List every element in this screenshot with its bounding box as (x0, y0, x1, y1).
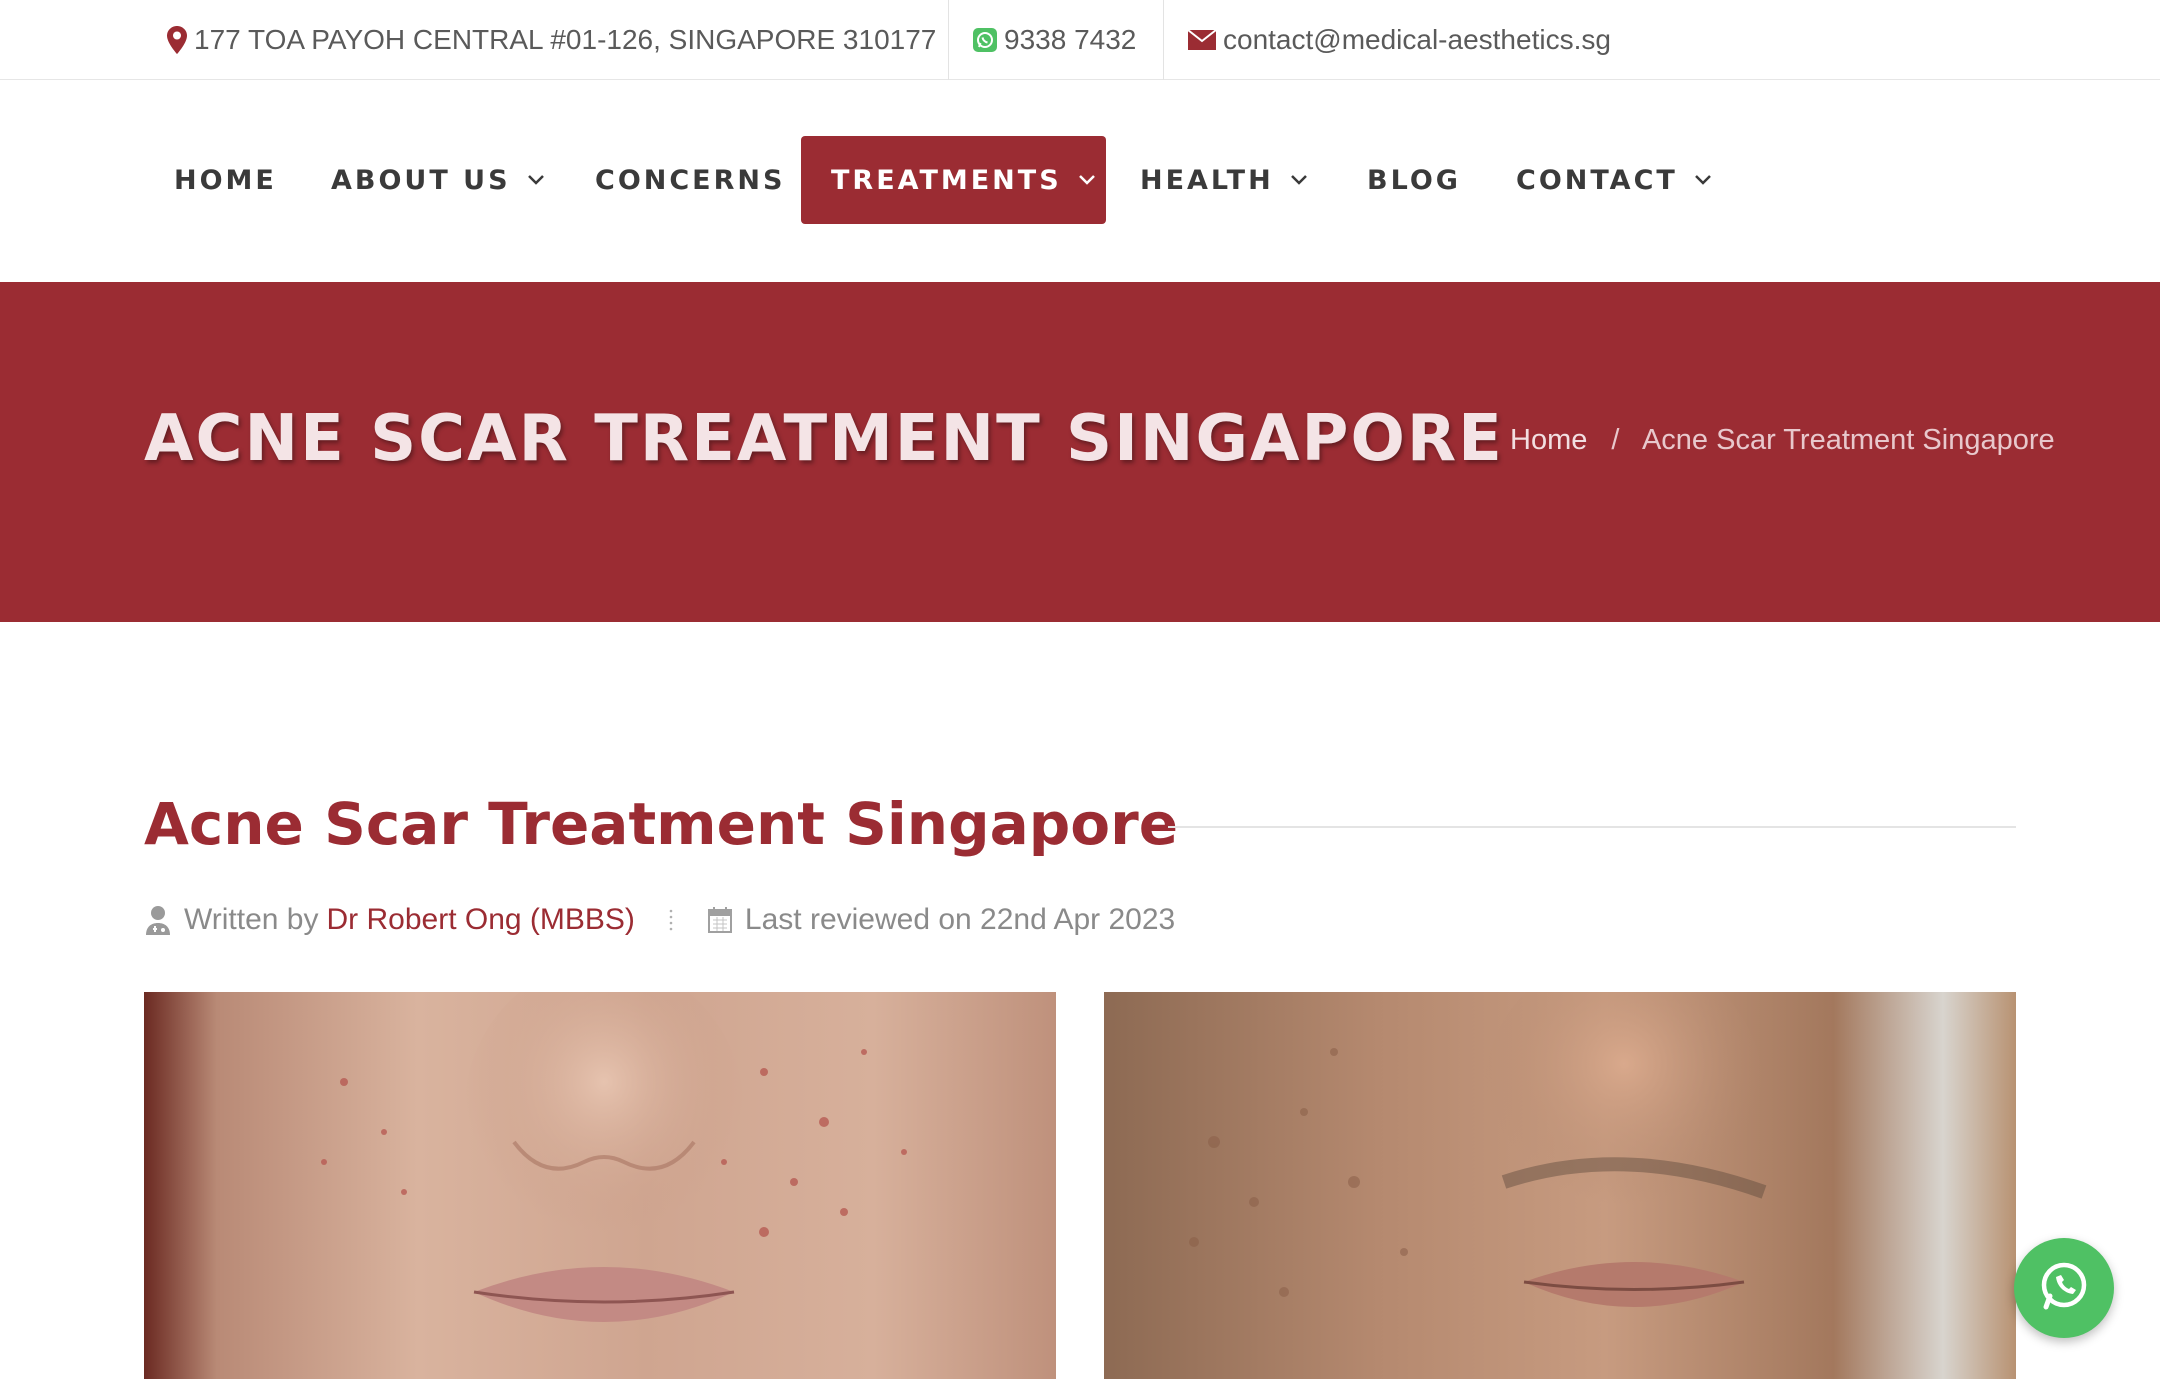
calendar-icon (707, 906, 733, 934)
email-item[interactable]: contact@medical-aesthetics.sg (1187, 0, 1611, 80)
nav-item-blog[interactable]: BLOG (1367, 136, 1461, 224)
top-info-bar: 177 TOA PAYOH CENTRAL #01-126, SINGAPORE… (0, 0, 2160, 80)
nav-item-treatments[interactable]: TREATMENTS (801, 136, 1106, 224)
doctor-icon (144, 904, 172, 936)
address-item[interactable]: 177 TOA PAYOH CENTRAL #01-126, SINGAPORE… (166, 0, 936, 80)
whatsapp-icon (972, 27, 998, 53)
meta-divider (669, 908, 673, 932)
acne-skin-photo-female (144, 992, 1056, 1379)
nav-item-home[interactable]: HOME (174, 136, 277, 224)
address-text: 177 TOA PAYOH CENTRAL #01-126, SINGAPORE… (194, 24, 937, 55)
phone-item[interactable]: 9338 7432 (972, 0, 1136, 80)
email-text: contact@medical-aesthetics.sg (1223, 24, 1611, 55)
hero-title: ACNE SCAR TREATMENT SINGAPORE (144, 402, 1504, 476)
topbar-divider (1163, 0, 1164, 80)
whatsapp-chat-button[interactable] (2014, 1238, 2114, 1338)
nav-item-label: HEALTH (1140, 164, 1274, 196)
title-divider (1168, 826, 2016, 828)
nav-item-label: TREATMENTS (831, 164, 1062, 196)
envelope-icon (1187, 29, 1217, 51)
chevron-down-icon (1078, 174, 1096, 186)
nav-item-label: BLOG (1367, 164, 1461, 196)
acne-scar-photo-male (1104, 992, 2016, 1379)
topbar-divider (948, 0, 949, 80)
page-hero: ACNE SCAR TREATMENT SINGAPORE Home / Acn… (0, 282, 2160, 622)
breadcrumb: Home / Acne Scar Treatment Singapore (1510, 424, 2055, 457)
nav-item-health[interactable]: HEALTH (1140, 136, 1308, 224)
breadcrumb-home-link[interactable]: Home (1510, 424, 1587, 456)
author-link[interactable]: Dr Robert Ong (MBBS) (327, 903, 635, 937)
chevron-down-icon (1694, 174, 1712, 186)
chevron-down-icon (527, 174, 545, 186)
reviewed-date: Last reviewed on 22nd Apr 2023 (744, 903, 1176, 936)
breadcrumb-separator: / (1611, 424, 1620, 456)
nav-item-concerns[interactable]: CONCERNS (595, 136, 785, 224)
chevron-down-icon (1290, 174, 1308, 186)
nav-item-about-us[interactable]: ABOUT US (331, 136, 545, 224)
nav-item-contact[interactable]: CONTACT (1516, 136, 1712, 224)
breadcrumb-current: Acne Scar Treatment Singapore (1641, 424, 2055, 456)
nav-item-label: ABOUT US (331, 164, 511, 196)
nav-item-label: CONCERNS (595, 164, 786, 196)
nav-item-label: HOME (174, 164, 277, 196)
map-pin-icon (166, 25, 188, 55)
article-meta: Written by Dr Robert Ong (MBBS) Last rev… (144, 898, 1175, 942)
phone-text: 9338 7432 (1004, 24, 1137, 55)
whatsapp-icon (2035, 1257, 2093, 1320)
article-title: Acne Scar Treatment Singapore (144, 790, 1179, 858)
nav-item-label: CONTACT (1516, 164, 1678, 196)
written-by-label: Written by (184, 903, 319, 936)
